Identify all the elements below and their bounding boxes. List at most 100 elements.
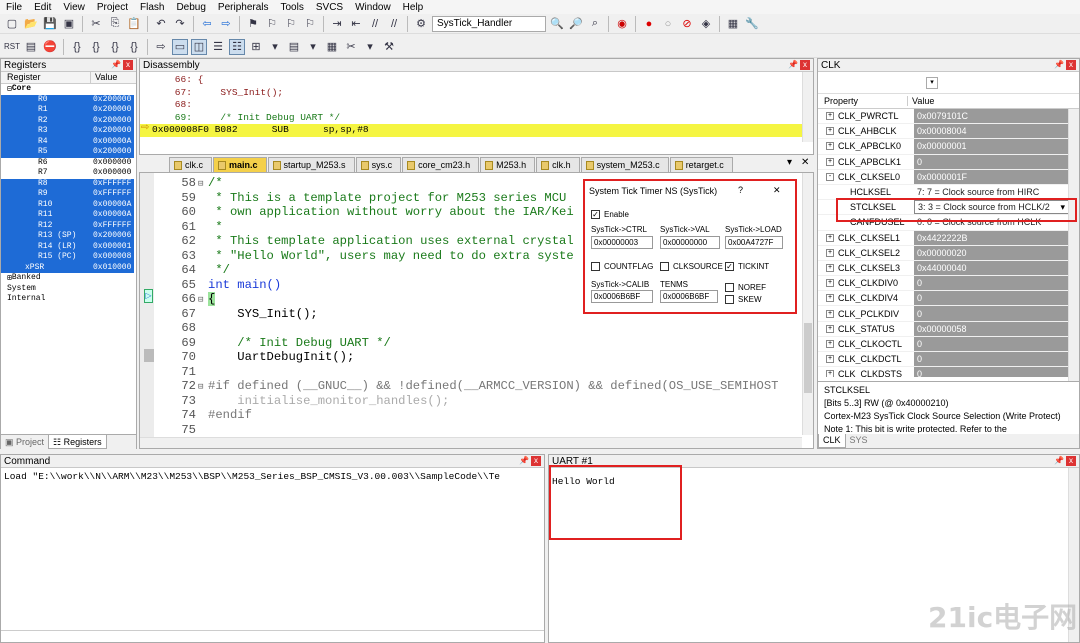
code-line[interactable]: 69 /* Init Debug UART */ bbox=[140, 336, 778, 351]
pin-icon[interactable]: 📌 bbox=[1054, 456, 1064, 466]
expand-icon[interactable]: + bbox=[826, 339, 834, 348]
core-group[interactable]: ⊟ Core bbox=[1, 84, 136, 95]
property-value[interactable]: 0x44000040 bbox=[914, 260, 1079, 276]
expand-icon[interactable]: + bbox=[826, 370, 834, 377]
register-row[interactable]: R3 0x200000 bbox=[1, 126, 136, 137]
expand-icon[interactable]: + bbox=[826, 112, 834, 121]
serial-window-icon[interactable]: ▾ bbox=[305, 39, 321, 55]
clk-row-clk-clkdiv0[interactable]: + CLK_CLKDIV0 0 bbox=[818, 276, 1079, 292]
step-over-icon[interactable]: {} bbox=[88, 39, 104, 55]
tab-registers[interactable]: ☷ Registers bbox=[48, 435, 107, 449]
run-to-cursor-icon[interactable]: {} bbox=[126, 39, 142, 55]
find-icon[interactable]: 🔎 bbox=[568, 16, 584, 32]
menu-project[interactable]: Project bbox=[97, 2, 128, 13]
symbols-window-icon[interactable]: ☰ bbox=[210, 39, 226, 55]
menu-window[interactable]: Window bbox=[355, 2, 391, 13]
property-value[interactable]: 0 bbox=[914, 352, 1079, 367]
call-stack-icon[interactable]: ⊞ bbox=[248, 39, 264, 55]
menu-edit[interactable]: Edit bbox=[34, 2, 51, 13]
save-icon[interactable]: 💾 bbox=[42, 16, 58, 32]
code-line[interactable]: 71 bbox=[140, 365, 778, 380]
copy-icon[interactable]: ⎘ bbox=[107, 16, 123, 32]
menu-view[interactable]: View bbox=[63, 2, 85, 13]
tab-project[interactable]: ▣ Project bbox=[1, 435, 48, 449]
analysis-window-icon[interactable]: ▦ bbox=[324, 39, 340, 55]
back-icon[interactable]: ⇦ bbox=[199, 16, 215, 32]
watch-window-icon[interactable]: ▾ bbox=[267, 39, 283, 55]
toolbox-icon[interactable]: ⚒ bbox=[381, 39, 397, 55]
expand-icon[interactable]: + bbox=[826, 294, 834, 303]
register-value[interactable]: 0x00000A bbox=[93, 136, 134, 147]
property-value[interactable]: 0 bbox=[914, 306, 1079, 321]
col-property[interactable]: Property bbox=[818, 96, 908, 106]
bookmark-clear-icon[interactable]: ⚐ bbox=[302, 16, 318, 32]
menu-debug[interactable]: Debug bbox=[176, 2, 205, 13]
register-row[interactable]: R9 0xFFFFFF bbox=[1, 189, 136, 200]
register-row[interactable]: R7 0x000000 bbox=[1, 168, 136, 179]
register-value[interactable]: 0x200000 bbox=[93, 94, 134, 105]
register-value[interactable]: 0x000001 bbox=[93, 241, 134, 252]
show-next-statement-icon[interactable]: ⇨ bbox=[153, 39, 169, 55]
incremental-find-icon[interactable]: ⌕ bbox=[587, 16, 603, 32]
register-row[interactable]: xPSR 0x010000 bbox=[1, 262, 136, 273]
register-value[interactable]: 0x200000 bbox=[93, 105, 134, 116]
save-all-icon[interactable]: ▣ bbox=[61, 16, 77, 32]
expand-icon[interactable]: + bbox=[826, 309, 834, 318]
col-value[interactable]: Value bbox=[91, 72, 117, 83]
unindent-icon[interactable]: ⇤ bbox=[348, 16, 364, 32]
find-in-files-icon[interactable]: 🔍 bbox=[549, 16, 565, 32]
property-value[interactable]: 0x00000058 bbox=[914, 321, 1079, 336]
register-value[interactable]: 0x000000 bbox=[93, 158, 134, 169]
property-value[interactable]: 0 bbox=[914, 367, 1079, 377]
property-value[interactable]: 0x00000001 bbox=[914, 139, 1079, 154]
tabs-menu-icon[interactable]: ▾ bbox=[787, 157, 792, 168]
property-value[interactable]: 0x0079101C bbox=[914, 109, 1079, 124]
property-value[interactable]: 0 bbox=[914, 291, 1079, 306]
bookmark-icon[interactable]: ⚑ bbox=[245, 16, 261, 32]
register-group-system[interactable]: System bbox=[1, 284, 136, 295]
property-value[interactable]: 7: 7 = Clock source from HIRC bbox=[914, 184, 1079, 200]
register-value[interactable]: 0x200000 bbox=[93, 115, 134, 126]
clk-row-clk-pclkdiv[interactable]: + CLK_PCLKDIV 0 bbox=[818, 306, 1079, 322]
register-value[interactable]: 0xFFFFFF bbox=[93, 220, 134, 231]
open-file-icon[interactable]: 📂 bbox=[23, 16, 39, 32]
tab-system-m253-c[interactable]: system_M253.c bbox=[580, 157, 669, 172]
register-row[interactable]: R8 0xFFFFFF bbox=[1, 178, 136, 189]
menu-peripherals[interactable]: Peripherals bbox=[218, 2, 269, 13]
trace-window-icon[interactable]: ✂ bbox=[343, 39, 359, 55]
tab-sys-c[interactable]: sys.c bbox=[355, 157, 402, 172]
pin-icon[interactable]: 📌 bbox=[788, 60, 798, 70]
register-group-internal[interactable]: Internal bbox=[1, 294, 136, 305]
code-line[interactable]: 70 UartDebugInit(); bbox=[140, 350, 778, 365]
clk-row-clk-apbclk1[interactable]: + CLK_APBCLK1 0 bbox=[818, 154, 1079, 170]
code-line[interactable]: 74 #endif bbox=[140, 408, 778, 423]
reset-icon[interactable]: RST bbox=[4, 39, 20, 55]
tab-m253-h[interactable]: M253.h bbox=[480, 157, 536, 172]
configure-icon[interactable]: 🔧 bbox=[744, 16, 760, 32]
step-into-icon[interactable]: {} bbox=[69, 39, 85, 55]
new-file-icon[interactable]: ▢ bbox=[4, 16, 20, 32]
target-combo[interactable]: SysTick_Handler bbox=[432, 15, 546, 32]
code-line[interactable]: 68 bbox=[140, 321, 778, 336]
tab-clk[interactable]: CLK bbox=[818, 434, 846, 448]
register-value[interactable]: 0x00000A bbox=[93, 210, 134, 221]
register-row[interactable]: R14 (LR) 0x000001 bbox=[1, 241, 136, 252]
disable-all-breakpoints-icon[interactable]: ◈ bbox=[698, 16, 714, 32]
close-icon[interactable]: x bbox=[531, 456, 541, 466]
clk-row-clk-clkoctl[interactable]: + CLK_CLKOCTL 0 bbox=[818, 336, 1079, 352]
bookmark-prev-icon[interactable]: ⚐ bbox=[264, 16, 280, 32]
clk-row-clk-clkdctl[interactable]: + CLK_CLKDCTL 0 bbox=[818, 352, 1079, 368]
code-line[interactable]: 72 ⊟ #if defined (__GNUC__) && !defined(__… bbox=[140, 379, 778, 394]
register-row[interactable]: R6 0x000000 bbox=[1, 158, 136, 169]
clk-row-clk-clksel3[interactable]: + CLK_CLKSEL3 0x44000040 bbox=[818, 260, 1079, 277]
expand-icon[interactable]: + bbox=[826, 142, 834, 151]
property-value[interactable]: 0 bbox=[914, 336, 1079, 351]
disable-breakpoint-icon[interactable]: ○ bbox=[660, 16, 676, 32]
expand-icon[interactable]: + bbox=[826, 263, 834, 272]
tab-main-c[interactable]: main.c bbox=[213, 157, 267, 172]
uncomment-icon[interactable]: // bbox=[386, 16, 402, 32]
register-value[interactable]: 0xFFFFFF bbox=[93, 178, 134, 189]
col-register[interactable]: Register bbox=[1, 72, 91, 83]
step-out-icon[interactable]: {} bbox=[107, 39, 123, 55]
find-target-icon[interactable]: ⚙ bbox=[413, 16, 429, 32]
